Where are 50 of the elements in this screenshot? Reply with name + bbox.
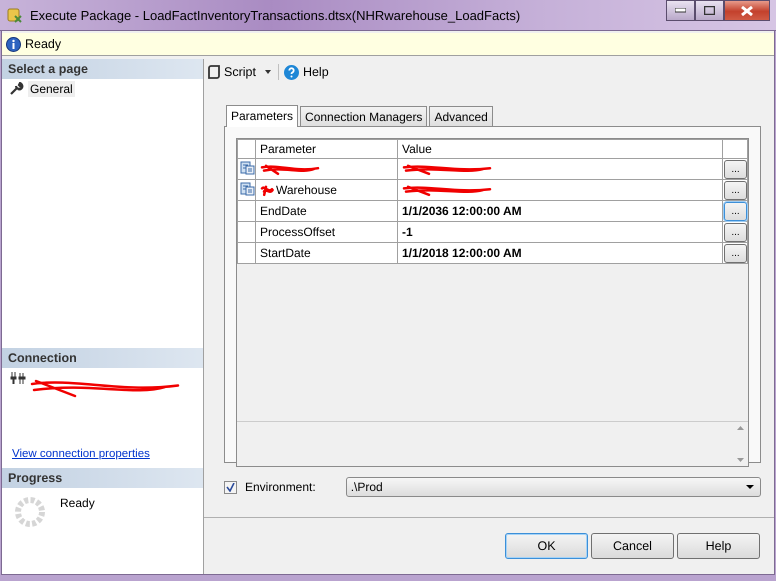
browse-button[interactable]: ... [724, 244, 747, 262]
minimize-icon [675, 8, 686, 13]
parameter-name: StartDate [260, 246, 311, 260]
info-icon [6, 36, 21, 52]
column-header: Value [398, 140, 722, 158]
dialog-button[interactable]: Cancel [591, 533, 674, 559]
parameter-name: Warehouse [276, 183, 337, 197]
parameter-value: 1/1/2018 12:00:00 AM [402, 246, 522, 260]
package-icon [6, 6, 24, 24]
maximize-icon [704, 6, 715, 15]
close-icon [741, 6, 753, 16]
script-icon [208, 65, 220, 79]
dropdown-arrow-icon [746, 485, 754, 489]
help-button[interactable]: Help [284, 64, 329, 80]
environment-checkbox[interactable] [224, 480, 237, 494]
close-button[interactable] [724, 0, 770, 21]
tab[interactable]: Parameters [226, 105, 298, 127]
caret-icon[interactable] [262, 70, 273, 74]
section-header: Select a page [2, 59, 203, 79]
environment-label: Environment: [245, 480, 316, 494]
script-button[interactable]: Script [208, 65, 273, 79]
maximize-button[interactable] [695, 0, 724, 21]
connection-manager-icon [240, 181, 255, 196]
browse-button[interactable]: ... [724, 222, 747, 242]
browse-button[interactable]: ... [724, 180, 747, 200]
browse-button[interactable]: ... [724, 160, 747, 178]
tab[interactable]: Advanced [429, 106, 493, 126]
section-header: Progress [2, 468, 203, 488]
progress-status: Ready [60, 496, 95, 512]
connection-manager-icon [240, 160, 255, 175]
window-title: Execute Package - LoadFactInventoryTransactions.dtsx(NHRwarehouse_LoadFacts) [30, 8, 522, 22]
minimize-button[interactable] [666, 0, 695, 21]
tab[interactable]: Connection Managers [300, 106, 428, 126]
dialog-button[interactable]: OK [505, 533, 588, 559]
view-connection-link[interactable]: View connection properties [12, 448, 203, 460]
parameter-value: -1 [402, 225, 413, 239]
environment-dropdown[interactable]: .\Prod [346, 477, 761, 497]
parameter-name: EndDate [260, 204, 307, 218]
status-text: Ready [25, 37, 62, 51]
connection-icon [10, 372, 26, 384]
page-item[interactable]: General [28, 81, 75, 97]
parameter-name: ProcessOffset [260, 225, 336, 239]
column-header: Parameter [256, 140, 398, 158]
help-icon [284, 64, 299, 80]
parameter-value: 1/1/2036 12:00:00 AM [402, 204, 522, 218]
spinner-icon [14, 496, 46, 528]
browse-button[interactable]: ... [724, 202, 747, 220]
wrench-icon [10, 82, 24, 96]
dialog-button[interactable]: Help [677, 533, 760, 559]
section-header: Connection [2, 348, 203, 368]
